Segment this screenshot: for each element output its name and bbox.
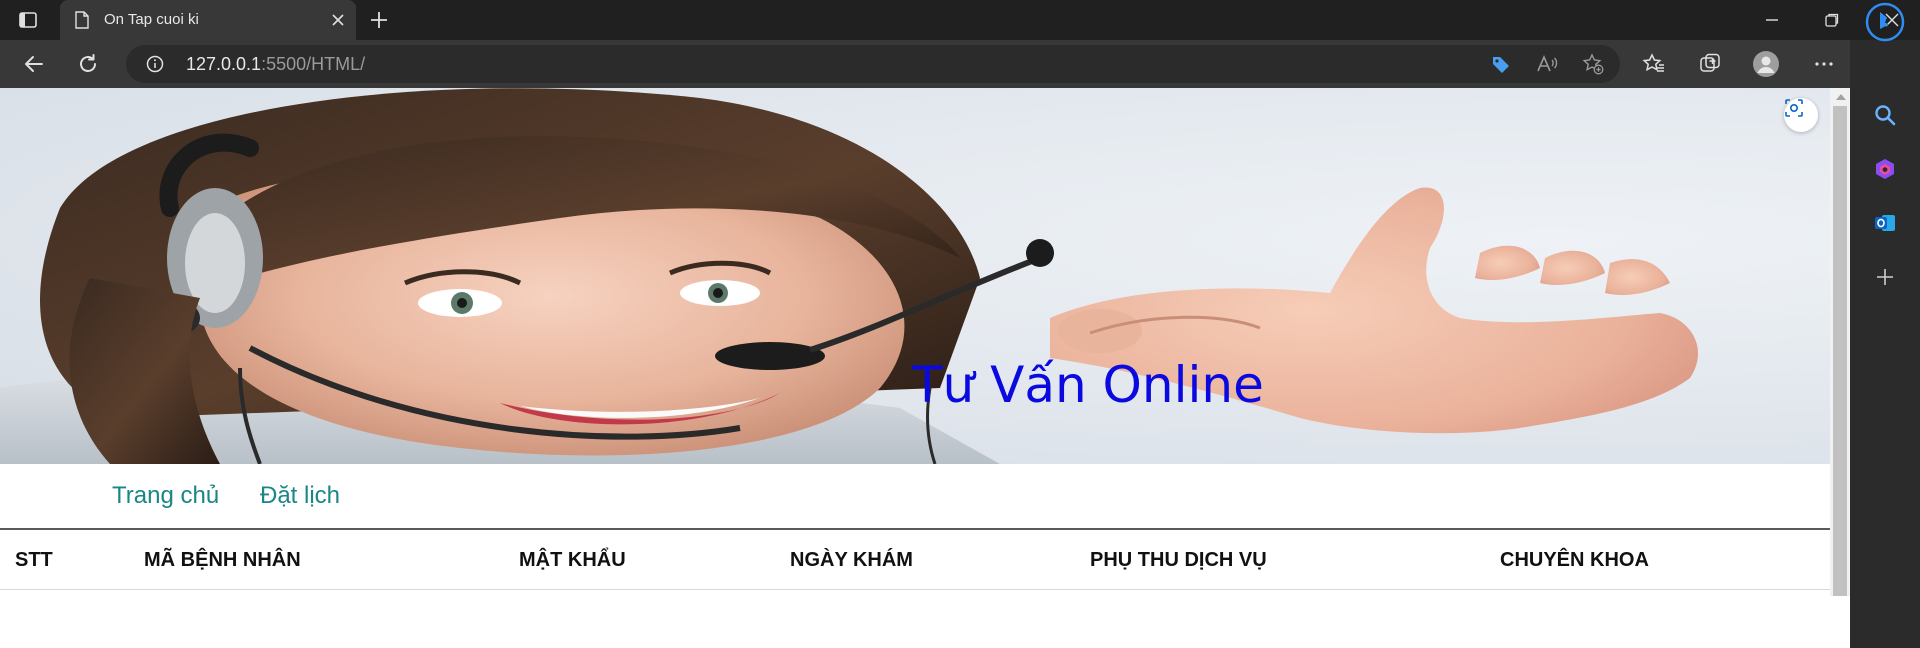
tab-actions-icon[interactable] [18,10,38,30]
back-arrow-icon[interactable] [20,50,48,78]
column-header-password: MẬT KHẨU [519,549,626,571]
browser-tab[interactable]: On Tap cuoi ki [60,0,356,40]
refresh-icon[interactable] [74,50,102,78]
main-nav: Trang chủ Đặt lịch [0,464,1830,524]
edge-sidebar [1850,2,1920,648]
table-header-row: STT MÃ BỆNH NHÂN MẬT KHẨU NGÀY KHÁM PHỤ … [0,528,1830,590]
minimize-icon[interactable] [1744,0,1800,40]
info-icon[interactable] [146,55,164,73]
address-bar[interactable]: 127.0.0.1:5500/HTML/ [126,45,1620,83]
tab-title: On Tap cuoi ki [104,11,199,28]
copilot-icon[interactable] [1865,2,1905,42]
restore-icon[interactable] [1804,0,1860,40]
outlook-icon[interactable] [1872,210,1898,236]
vertical-scrollbar[interactable] [1830,88,1850,596]
plus-icon[interactable] [368,9,390,31]
nav-link-booking[interactable]: Đặt lịch [260,482,340,510]
read-aloud-icon[interactable] [1536,53,1558,75]
column-header-stt: STT [15,549,53,571]
profile-icon[interactable] [1752,50,1780,78]
url-path: :5500/HTML/ [261,54,366,74]
url-host: 127.0.0.1 [186,54,262,74]
visual-search-icon[interactable] [1784,98,1818,132]
patient-table: STT MÃ BỆNH NHÂN MẬT KHẨU NGÀY KHÁM PHỤ … [0,528,1830,590]
tag-icon[interactable] [1490,53,1512,75]
scroll-thumb[interactable] [1833,106,1847,596]
collections-icon[interactable] [1696,50,1724,78]
search-icon[interactable] [1872,102,1898,128]
column-header-exam-date: NGÀY KHÁM [790,549,913,571]
plus-icon[interactable] [1872,264,1898,290]
page-viewport: Tư Vấn Online Trang chủ Đặt lịch STT MÃ … [0,88,1850,648]
star-add-icon[interactable] [1582,53,1604,75]
banner-title: Tư Vấn Online [912,356,1264,414]
column-header-patient-id: MÃ BỆNH NHÂN [144,549,301,571]
title-bar: On Tap cuoi ki [0,0,1920,40]
url-text[interactable]: 127.0.0.1:5500/HTML/ [186,54,365,75]
office-icon[interactable] [1872,156,1898,182]
column-header-specialty: CHUYÊN KHOA [1500,549,1649,571]
close-icon[interactable] [330,12,346,28]
nav-link-home[interactable]: Trang chủ [112,482,219,510]
page-icon [74,11,90,29]
browser-toolbar: 127.0.0.1:5500/HTML/ [0,40,1920,88]
favorites-icon[interactable] [1640,50,1668,78]
more-icon[interactable] [1810,50,1838,78]
banner: Tư Vấn Online [0,88,1830,464]
scroll-up-arrow-icon[interactable] [1836,94,1846,100]
column-header-service-fee: PHỤ THU DỊCH VỤ [1090,549,1267,571]
